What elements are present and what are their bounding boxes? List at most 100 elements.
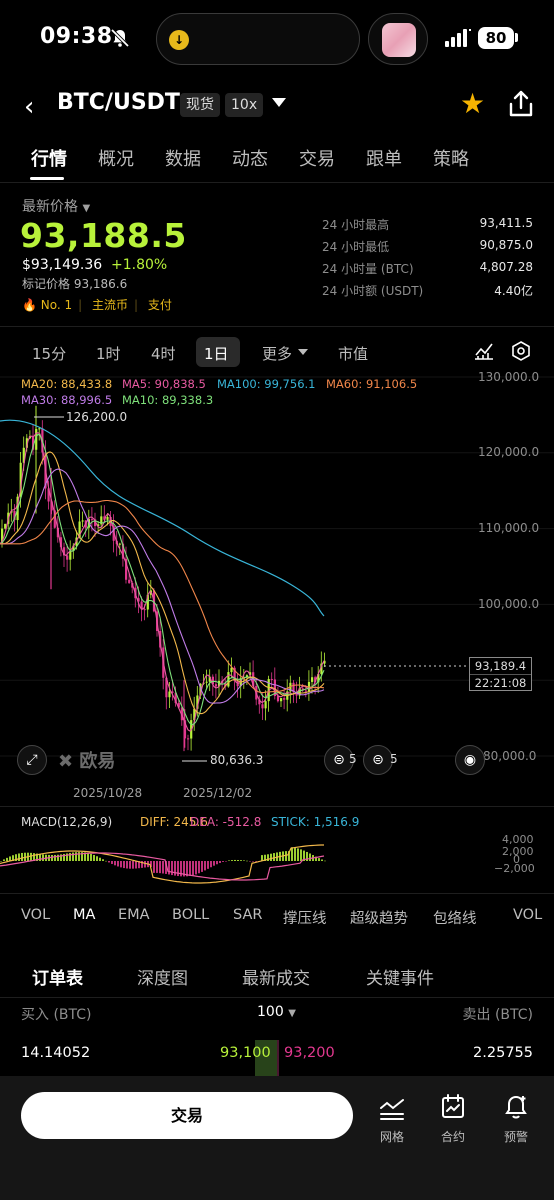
macd-bar-2 <box>6 857 8 861</box>
tab-latest-trades[interactable]: 最新成交 <box>242 964 310 989</box>
tab-order-book[interactable]: 订单表 <box>32 964 83 989</box>
category-tag[interactable]: 主流币 <box>92 298 128 312</box>
macd-bar-84 <box>252 861 254 862</box>
share-icon[interactable] <box>508 90 534 118</box>
tab-overview[interactable]: 概况 <box>98 145 134 171</box>
ask-price[interactable]: 93,200 <box>284 1045 335 1061</box>
macd-bar-90 <box>270 853 272 861</box>
macd-bar-41 <box>123 861 125 869</box>
macd-bar-10 <box>30 852 32 861</box>
payment-tag[interactable]: 支付 <box>148 298 172 312</box>
contract-icon[interactable] <box>440 1094 466 1120</box>
candle-body-100 <box>311 677 314 682</box>
eye-icon[interactable]: ◉ <box>455 745 485 775</box>
chart-style-icon[interactable] <box>474 342 494 360</box>
macd-bar-68 <box>204 861 206 871</box>
interval-15m[interactable]: 15分 <box>32 343 66 364</box>
macd-bar-64 <box>192 861 194 876</box>
pair-dropdown-icon[interactable] <box>272 98 286 107</box>
tab-data[interactable]: 数据 <box>165 145 201 171</box>
macd-bar-53 <box>159 861 161 874</box>
macd-bar-36 <box>108 861 110 863</box>
bid-price[interactable]: 93,100 <box>220 1045 271 1061</box>
macd-bar-97 <box>291 847 293 861</box>
candle-body-46 <box>143 609 146 611</box>
price-divider <box>0 326 554 327</box>
leverage-tag: 10x <box>225 93 264 117</box>
interval-more[interactable]: 更多 <box>262 343 292 364</box>
dynamic-island[interactable]: ↓ <box>156 13 360 65</box>
last-price-label[interactable]: 最新价格 ▼ <box>22 196 90 216</box>
volume-24h-value: 4,807.28 <box>479 260 533 274</box>
download-icon: ↓ <box>169 30 189 50</box>
macd-bar-108 <box>324 860 326 862</box>
macd-bar-85 <box>255 861 257 862</box>
back-arrow-icon[interactable]: ‹ <box>24 92 34 122</box>
more-dropdown-icon <box>298 349 308 355</box>
macd-bar-14 <box>42 854 44 861</box>
x-tick-oct: 2025/10/28 <box>73 786 143 800</box>
low-price-label: 80,636.3 <box>210 753 264 767</box>
watermark-logo: ✖ 欧易 <box>58 751 116 772</box>
tab-strategy[interactable]: 策略 <box>433 145 469 171</box>
rank-tag[interactable]: No. 1 <box>41 298 72 312</box>
grid-label[interactable]: 网格 <box>372 1128 412 1145</box>
indicator-tab-support[interactable]: 撑压线 <box>283 907 327 928</box>
candle-body-69 <box>214 684 218 687</box>
sell-quantity[interactable]: 2.25755 <box>473 1045 533 1061</box>
macd-bar-42 <box>126 861 128 869</box>
macd-bar-66 <box>198 861 200 874</box>
live-activity-avatar[interactable] <box>368 13 428 65</box>
macd-bar-65 <box>195 861 197 875</box>
interval-1h[interactable]: 1时 <box>96 343 121 364</box>
macd-histogram <box>0 847 326 877</box>
buy-quantity[interactable]: 14.14052 <box>21 1045 90 1061</box>
candle-body-26 <box>81 520 84 522</box>
candle-body-84 <box>261 704 264 709</box>
tab-depth[interactable]: 深度图 <box>137 964 188 989</box>
tab-news[interactable]: 动态 <box>232 145 268 171</box>
macd-bar-91 <box>273 853 275 861</box>
tab-copy[interactable]: 跟单 <box>366 145 402 171</box>
volume-24h-label: 24 小时量 (BTC) <box>322 262 414 276</box>
contract-label[interactable]: 合约 <box>433 1128 473 1145</box>
candlestick-chart[interactable] <box>0 370 554 790</box>
pair-title[interactable]: BTC/USDT <box>57 90 180 115</box>
indicator-tab-vol-2[interactable]: VOL <box>513 907 542 923</box>
macd-bar-99 <box>297 848 299 861</box>
fullscreen-icon[interactable]: ⤢ <box>17 745 47 775</box>
macd-bar-58 <box>174 861 176 876</box>
tab-key-events[interactable]: 关键事件 <box>366 964 434 989</box>
interval-4h[interactable]: 4时 <box>151 343 176 364</box>
favorite-star-icon[interactable]: ★ <box>460 90 485 118</box>
candle-body-90 <box>280 698 283 702</box>
indicator-tab-envelope[interactable]: 包络线 <box>433 907 477 928</box>
interval-market-cap[interactable]: 市值 <box>338 343 368 364</box>
macd-bar-106 <box>318 858 320 861</box>
macd-bar-1 <box>3 859 5 861</box>
indicator-icon-2[interactable]: ⊜ <box>363 745 393 775</box>
candle-body-66 <box>205 681 208 683</box>
indicator-tab-supertrend[interactable]: 超级趋势 <box>350 907 408 928</box>
indicator-tab-vol[interactable]: VOL <box>21 907 50 923</box>
tab-market[interactable]: 行情 <box>31 145 67 171</box>
alert-label[interactable]: 预警 <box>496 1128 536 1145</box>
battery-tip <box>515 33 518 42</box>
price-step-select[interactable]: 100 ▼ <box>257 1004 296 1020</box>
grid-bot-icon[interactable] <box>379 1096 405 1120</box>
price-alert-icon[interactable] <box>503 1094 529 1120</box>
indicator-tab-ema[interactable]: EMA <box>118 907 150 923</box>
trade-button[interactable]: 交易 <box>21 1092 353 1139</box>
chart-settings-icon[interactable] <box>511 341 531 361</box>
indicator-tab-sar[interactable]: SAR <box>233 907 262 923</box>
indicator-tab-boll[interactable]: BOLL <box>172 907 209 923</box>
interval-1d[interactable]: 1日 <box>204 343 229 364</box>
macd-bar-98 <box>294 847 296 861</box>
tab-trade[interactable]: 交易 <box>299 145 335 171</box>
indicator-tab-ma[interactable]: MA <box>73 907 95 923</box>
candle-body-98 <box>304 690 307 692</box>
macd-chart[interactable] <box>0 830 500 890</box>
macd-bar-72 <box>216 861 218 865</box>
macd-bar-57 <box>171 861 173 876</box>
candle-body-21 <box>66 555 69 560</box>
